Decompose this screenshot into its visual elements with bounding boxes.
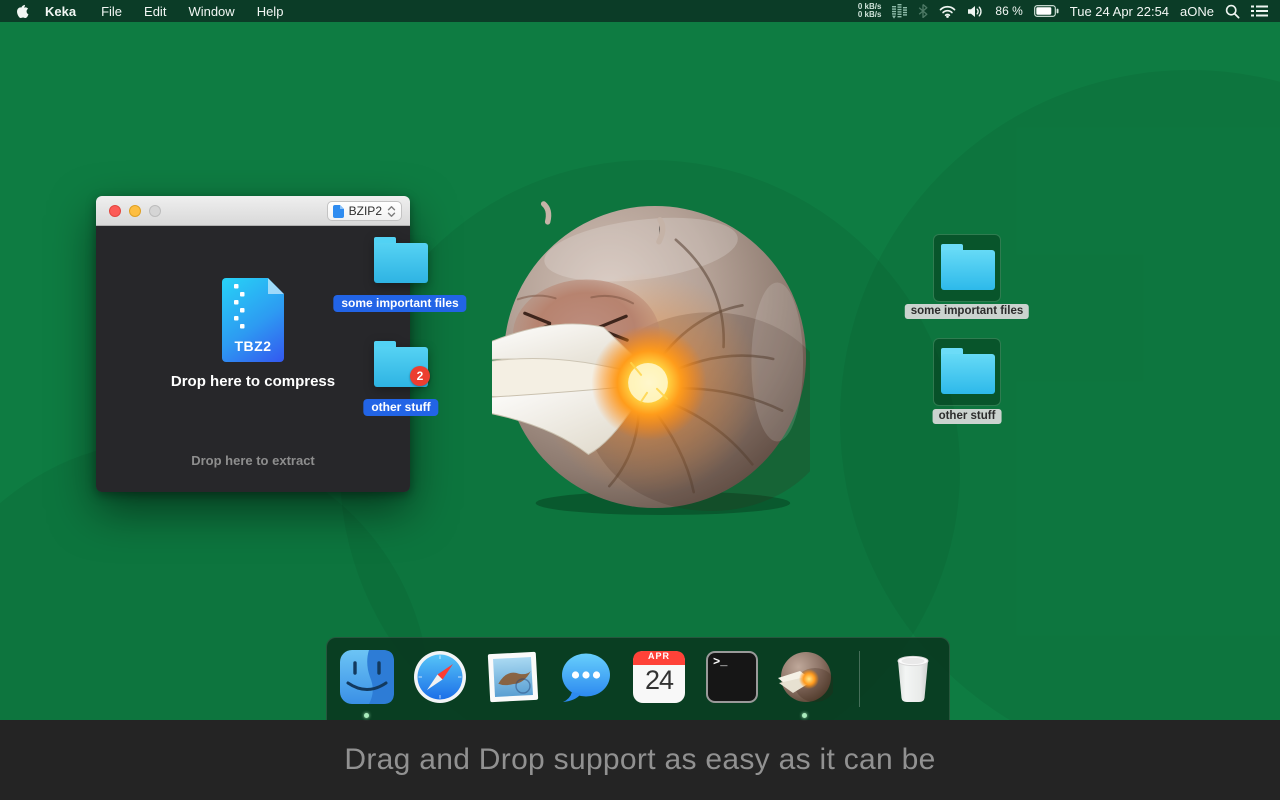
dock-terminal-icon[interactable]: >_ <box>704 649 760 705</box>
keka-running-indicator <box>802 713 807 718</box>
menu-edit[interactable]: Edit <box>133 4 177 19</box>
traffic-light-close[interactable] <box>109 205 121 217</box>
calendar-month-label: APR <box>647 651 670 661</box>
apple-menu[interactable] <box>0 4 39 19</box>
menubar-clock[interactable]: Tue 24 Apr 22:54 <box>1070 4 1169 19</box>
extract-label: Drop here to extract <box>191 453 315 468</box>
compress-label: Drop here to compress <box>170 373 336 390</box>
menubar-user[interactable]: aONe <box>1180 4 1214 19</box>
window-titlebar[interactable]: BZIP2 <box>96 196 410 226</box>
notification-center-icon[interactable] <box>1251 5 1268 17</box>
bluetooth-icon[interactable] <box>918 4 928 18</box>
volume-icon[interactable] <box>967 5 984 18</box>
dock-trash-icon[interactable] <box>885 649 941 705</box>
tbz2-file-icon: TBZ2 <box>222 278 284 362</box>
dock-separator <box>859 651 860 707</box>
caption-text: Drag and Drop support as easy as it can … <box>344 743 936 776</box>
folder-icon <box>941 348 995 394</box>
stepper-chevrons-icon <box>387 205 396 217</box>
keka-mascot-illustration <box>492 201 810 516</box>
dock-messages-icon[interactable] <box>558 649 614 705</box>
menu-file[interactable]: File <box>90 4 133 19</box>
file-type-label: TBZ2 <box>234 338 272 354</box>
folder-icon <box>941 244 995 290</box>
dock-calendar-icon[interactable]: APR 24 <box>631 649 687 705</box>
spotlight-icon[interactable] <box>1225 4 1240 19</box>
desktop-icon-label[interactable]: other stuff <box>932 409 1002 424</box>
dragged-folder-label: some important files <box>333 295 467 312</box>
menu-bar: Keka File Edit Window Help 0 kB/s 0 kB/s <box>0 0 1280 22</box>
battery-icon[interactable] <box>1033 5 1059 17</box>
caption-band: Drag and Drop support as easy as it can … <box>0 720 1280 800</box>
menu-app-name[interactable]: Keka <box>39 4 90 19</box>
finder-running-indicator <box>364 713 369 718</box>
desktop-icon-other-stuff[interactable] <box>933 338 1001 406</box>
dock-keka-icon[interactable] <box>777 649 833 705</box>
dock: APR 24 >_ <box>326 637 950 720</box>
keka-window: BZIP2 TBZ2 Drop here to compress Drop he… <box>96 196 410 492</box>
menu-help[interactable]: Help <box>246 4 295 19</box>
network-speed-indicator[interactable]: 0 kB/s 0 kB/s <box>857 2 882 20</box>
calendar-day-label: 24 <box>644 665 674 695</box>
dock-safari-icon[interactable] <box>412 649 468 705</box>
desktop-icon-some-important-files[interactable] <box>933 234 1001 302</box>
file-doc-icon <box>332 204 344 218</box>
traffic-light-zoom[interactable] <box>149 205 161 217</box>
format-selector[interactable]: BZIP2 <box>326 201 402 221</box>
dock-mail-icon[interactable] <box>485 649 541 705</box>
zipper-dots <box>234 284 246 334</box>
dock-finder-icon[interactable] <box>339 649 395 705</box>
traffic-light-minimize[interactable] <box>129 205 141 217</box>
window-body: TBZ2 Drop here to compress Drop here to … <box>96 226 410 492</box>
apple-icon <box>17 4 29 18</box>
dragged-folder-label: other stuff <box>363 399 439 416</box>
format-value: BZIP2 <box>348 204 382 218</box>
folded-corner <box>268 278 284 294</box>
desktop-icon-label[interactable]: some important files <box>904 304 1030 319</box>
battery-percent-label: 86 % <box>995 4 1023 18</box>
wifi-icon[interactable] <box>939 5 956 18</box>
terminal-prompt-glyph: >_ <box>713 655 728 669</box>
menu-window[interactable]: Window <box>177 4 245 19</box>
drag-count-badge: 2 <box>410 366 430 386</box>
folder-icon <box>374 237 428 283</box>
net-down-label: 0 kB/s <box>857 10 882 19</box>
network-meter-icon[interactable] <box>892 3 908 19</box>
